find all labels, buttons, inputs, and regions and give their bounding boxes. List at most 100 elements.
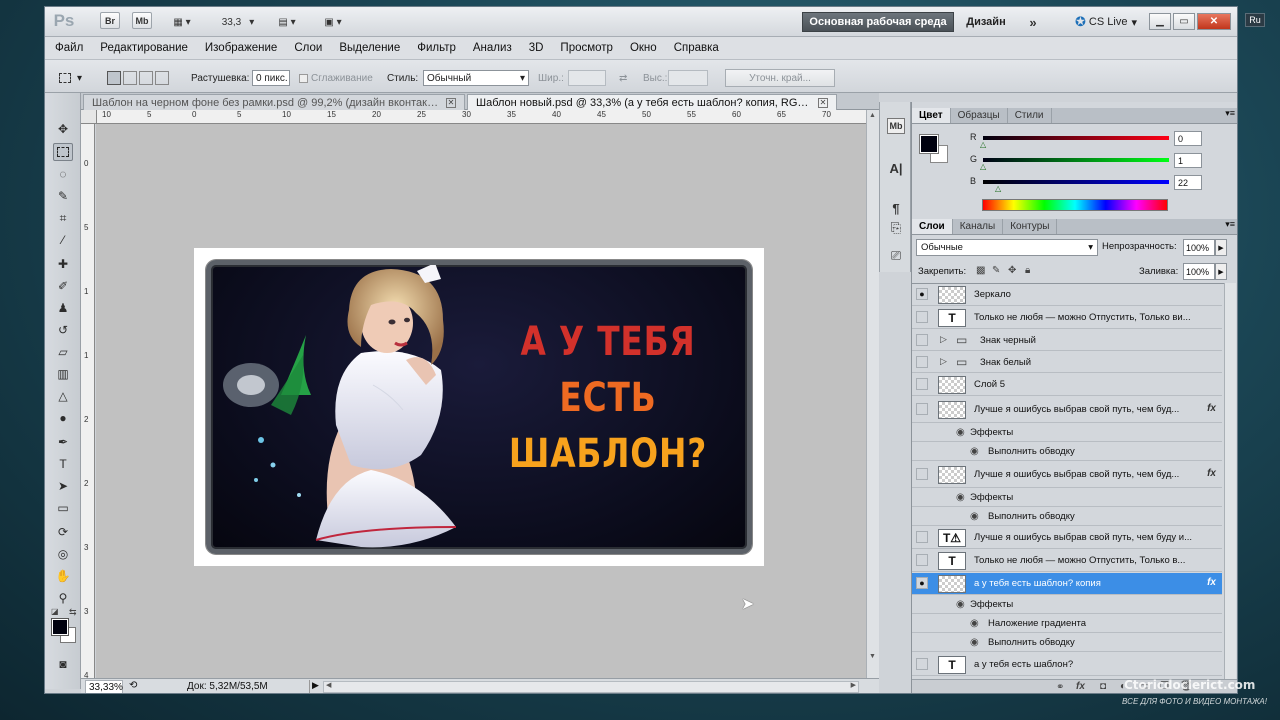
more-workspaces-button[interactable]: » bbox=[1023, 12, 1043, 32]
mini-bridge-button[interactable]: Mb bbox=[132, 12, 152, 29]
width-input[interactable] bbox=[568, 70, 606, 86]
eye-icon[interactable]: ● bbox=[916, 577, 928, 589]
blur-tool-icon[interactable]: △ bbox=[53, 387, 73, 405]
crop-tool-icon[interactable]: ⌗ bbox=[53, 209, 73, 227]
add-mask-icon[interactable]: ◘ bbox=[1100, 681, 1106, 692]
expand-triangle-icon[interactable]: ▷ bbox=[940, 356, 947, 367]
canvas-vertical-scrollbar[interactable]: ▲ ▼ bbox=[866, 110, 879, 678]
effect-row[interactable]: ◉ Выполнить обводку bbox=[912, 443, 1222, 461]
blue-slider-handle-icon[interactable]: △ bbox=[995, 184, 1001, 193]
quick-selection-tool-icon[interactable]: ✎ bbox=[53, 187, 73, 205]
mini-bridge-panel-icon[interactable]: Mb bbox=[887, 118, 905, 134]
history-brush-tool-icon[interactable]: ↺ bbox=[53, 321, 73, 339]
maximize-button[interactable]: ▭ bbox=[1173, 13, 1195, 30]
refine-edge-button[interactable]: Уточн. край... bbox=[725, 69, 835, 87]
gradient-tool-icon[interactable]: ▥ bbox=[53, 365, 73, 383]
menu-file[interactable]: Файл bbox=[55, 42, 83, 54]
zoom-level-dropdown[interactable]: 33,3 ▾ bbox=[215, 12, 261, 32]
tab-layers[interactable]: Слои bbox=[912, 219, 953, 234]
close-icon[interactable]: ✕ bbox=[818, 97, 828, 108]
essentials-workspace-button[interactable]: Основная рабочая среда bbox=[802, 12, 954, 32]
layer-group-row[interactable]: ▷ ▭ Знак черный bbox=[912, 330, 1222, 351]
menu-window[interactable]: Окно bbox=[630, 42, 657, 54]
blue-slider[interactable] bbox=[983, 180, 1169, 184]
scroll-down-icon[interactable]: ▼ bbox=[869, 653, 876, 660]
layer-row[interactable]: T Только не любя — можно Отпустить, Тольк… bbox=[912, 550, 1222, 572]
bridge-button[interactable]: Br bbox=[100, 12, 120, 29]
effect-row[interactable]: ◉ Выполнить обводку bbox=[912, 508, 1222, 526]
fx-icon[interactable]: fx bbox=[1207, 577, 1216, 588]
fill-arrow-icon[interactable]: ▶ bbox=[1215, 263, 1227, 280]
menu-select[interactable]: Выделение bbox=[339, 42, 400, 54]
layer-row[interactable]: T Только не любя — можно Отпустить, Тольк… bbox=[912, 307, 1222, 329]
actions-panel-icon[interactable]: ⎚ bbox=[886, 246, 906, 266]
color-spectrum-bar[interactable] bbox=[982, 199, 1168, 211]
default-colors-icon[interactable]: ◪ bbox=[51, 607, 59, 616]
feather-input[interactable]: 0 пикс. bbox=[252, 70, 290, 86]
menu-edit[interactable]: Редактирование bbox=[100, 42, 188, 54]
tool-preset-picker[interactable]: ▾ bbox=[59, 69, 95, 87]
menu-view[interactable]: Просмотр bbox=[560, 42, 613, 54]
fx-icon[interactable]: fx bbox=[1076, 681, 1085, 692]
scroll-right-icon[interactable]: ▶ bbox=[851, 681, 856, 689]
menu-3d[interactable]: 3D bbox=[529, 42, 544, 54]
fx-icon[interactable]: fx bbox=[1207, 403, 1216, 414]
panel-menu-icon[interactable]: ▾≡ bbox=[1225, 219, 1237, 234]
healing-brush-tool-icon[interactable]: ✚ bbox=[53, 255, 73, 273]
vertical-ruler[interactable]: 0 5 1 1 2 2 3 3 4 bbox=[81, 124, 95, 678]
blue-value-input[interactable]: 22 bbox=[1174, 175, 1202, 190]
3d-orbit-tool-icon[interactable]: ◎ bbox=[53, 545, 73, 563]
tab-styles[interactable]: Стили bbox=[1008, 108, 1052, 123]
effects-row[interactable]: ◉ Эффекты bbox=[912, 424, 1222, 442]
style-select[interactable]: Обычный ▾ bbox=[423, 70, 529, 86]
3d-rotate-tool-icon[interactable]: ⟳ bbox=[53, 523, 73, 541]
green-value-input[interactable]: 1 bbox=[1174, 153, 1202, 168]
brush-tool-icon[interactable]: ✐ bbox=[53, 277, 73, 295]
swap-colors-icon[interactable]: ⇆ bbox=[69, 607, 77, 618]
eye-icon[interactable]: ◉ bbox=[970, 511, 979, 522]
arrange-documents-icon[interactable]: ▤ ▾ bbox=[271, 12, 303, 32]
screen-mode-icon[interactable]: ▣ ▾ bbox=[317, 12, 349, 32]
layers-scrollbar[interactable] bbox=[1224, 283, 1236, 679]
path-selection-tool-icon[interactable]: ➤ bbox=[53, 477, 73, 495]
fx-icon[interactable]: fx bbox=[1207, 468, 1216, 479]
layer-row-selected[interactable]: ● а у тебя есть шаблон? копия fx bbox=[912, 573, 1222, 595]
eye-icon[interactable]: ◉ bbox=[970, 637, 979, 648]
foreground-color-swatch[interactable] bbox=[51, 618, 69, 636]
effect-row[interactable]: ◉ Наложение градиента bbox=[912, 615, 1222, 633]
horizontal-ruler[interactable]: 105051015202530354045505560657075 bbox=[97, 110, 879, 124]
green-slider-handle-icon[interactable]: △ bbox=[980, 162, 986, 171]
menu-layers[interactable]: Слои bbox=[294, 42, 322, 54]
view-extras-icon[interactable]: ▦ ▾ bbox=[166, 12, 198, 32]
close-button[interactable]: ✕ bbox=[1197, 13, 1231, 30]
layer-row[interactable]: T⚠ Лучше я ошибусь выбрав свой путь, чем … bbox=[912, 527, 1222, 549]
tab-document-2[interactable]: Шаблон новый.psd @ 33,3% (а у тебя есть … bbox=[467, 94, 837, 110]
zoom-tool-icon[interactable]: ⚲ bbox=[53, 589, 73, 607]
status-refresh-icon[interactable]: ⟲ bbox=[129, 680, 137, 691]
scroll-left-icon[interactable]: ◀ bbox=[326, 681, 331, 689]
quick-mask-icon[interactable]: ◙ bbox=[53, 655, 73, 673]
swap-dimensions-icon[interactable]: ⇄ bbox=[619, 69, 627, 87]
fill-input[interactable]: 100% bbox=[1183, 263, 1215, 280]
opacity-input[interactable]: 100% bbox=[1183, 239, 1215, 256]
expand-triangle-icon[interactable]: ▷ bbox=[940, 334, 947, 345]
design-workspace-button[interactable]: Дизайн bbox=[963, 12, 1009, 32]
menu-analysis[interactable]: Анализ bbox=[473, 42, 512, 54]
eye-icon[interactable] bbox=[916, 378, 928, 390]
menu-help[interactable]: Справка bbox=[674, 42, 719, 54]
paragraph-panel-icon[interactable]: ¶ bbox=[886, 198, 906, 218]
tab-paths[interactable]: Контуры bbox=[1003, 219, 1058, 234]
color-panel-foreground-swatch[interactable] bbox=[919, 134, 939, 154]
eye-icon[interactable]: ◉ bbox=[956, 599, 965, 610]
cs-live-button[interactable]: ✪ CS Live ▾ bbox=[1067, 12, 1145, 32]
tab-swatches[interactable]: Образцы bbox=[951, 108, 1008, 123]
eye-icon[interactable] bbox=[916, 356, 928, 368]
ruler-origin[interactable] bbox=[81, 110, 97, 124]
add-selection-icon[interactable] bbox=[123, 71, 137, 85]
layer-row[interactable]: ● Зеркало bbox=[912, 284, 1222, 306]
eye-icon[interactable] bbox=[916, 334, 928, 346]
lock-transparency-icon[interactable]: ▩ bbox=[976, 265, 985, 276]
height-input[interactable] bbox=[668, 70, 708, 86]
layer-row[interactable]: Tа у тебя есть шаблон? bbox=[912, 654, 1222, 676]
antialias-checkbox[interactable]: Сглаживание bbox=[299, 69, 373, 87]
